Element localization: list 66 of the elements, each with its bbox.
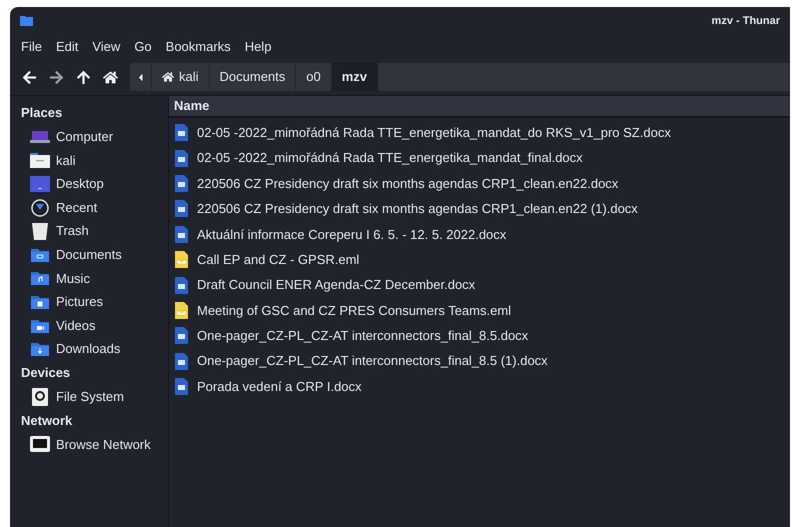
file-row[interactable]: 02-05 -2022_mimořádná Rada TTE_energetika_mandat_do RKS_v1_pro SZ.docx [169, 120, 790, 146]
file-row[interactable]: Aktuální informace Coreperu I 6. 5. - 12. 5. 2022.docx [169, 222, 790, 247]
file-row[interactable]: One-pager_CZ-PL_CZ-AT interconnectors_final_8.5 (1).docx [169, 348, 790, 374]
file-row[interactable]: One-pager_CZ-PL_CZ-AT interconnectors_final_8.5.docx [169, 323, 790, 349]
sidebar-item[interactable]: Trash [21, 219, 168, 243]
sidebar-item[interactable]: Browse Network [21, 432, 168, 456]
sidebar-item[interactable]: Pictures [21, 290, 168, 314]
file-row[interactable]: 220506 CZ Presidency draft six months agendas CRP1_clean.en22 (1).docx [169, 196, 790, 222]
up-icon[interactable] [76, 70, 91, 84]
sidebar-item[interactable]: Computer [21, 125, 168, 149]
pictures-folder-icon [31, 294, 49, 309]
sidebar-item[interactable]: Music [21, 266, 168, 290]
document-icon [175, 124, 188, 142]
path-button[interactable]: kali [152, 63, 210, 91]
column-header[interactable]: Name [174, 96, 210, 116]
trash-icon [32, 222, 48, 240]
sidebar-item[interactable]: kali [21, 148, 168, 172]
document-icon [175, 150, 188, 167]
laptop-icon [30, 130, 50, 143]
sidebar-item[interactable]: Downloads [21, 337, 168, 361]
music-folder-icon [31, 271, 49, 286]
folder-icon [20, 16, 33, 26]
back-icon[interactable] [22, 70, 37, 84]
window-title: mzv - Thunar [712, 14, 780, 29]
menu-item[interactable]: Edit [56, 37, 78, 57]
sidebar-item[interactable]: Recent [21, 196, 168, 220]
sidebar-item[interactable]: Videos [21, 314, 168, 338]
home-icon [162, 71, 174, 83]
file-row[interactable]: 02-05 -2022_mimořádná Rada TTE_energetika_mandat_final.docx [169, 145, 790, 171]
document-icon [175, 352, 188, 370]
forward-icon[interactable] [49, 70, 64, 84]
menu-item[interactable]: Bookmarks [166, 37, 231, 57]
sidebar-heading: Network [21, 412, 74, 430]
menu-item[interactable]: View [92, 37, 120, 57]
sidebar-item[interactable]: Desktop [21, 172, 168, 196]
file-row[interactable]: Draft Council ENER Agenda-CZ December.docx [169, 272, 790, 298]
document-icon [175, 276, 188, 294]
file-row[interactable]: Call EP and CZ - GPSR.eml [169, 246, 790, 272]
menu-item[interactable]: Go [134, 37, 152, 57]
path-button[interactable]: mzv [332, 63, 378, 91]
clock-icon [31, 198, 49, 217]
downloads-folder-icon [31, 342, 49, 356]
desktop-icon [30, 176, 50, 192]
sidebar-item[interactable]: File System [21, 384, 168, 409]
videos-folder-icon [31, 318, 49, 333]
document-icon [175, 226, 188, 243]
menu-item[interactable]: Help [244, 37, 272, 57]
document-icon [175, 174, 188, 192]
mail-file-icon [175, 302, 188, 319]
sidebar-heading: Devices [21, 364, 72, 382]
document-icon [175, 327, 188, 344]
file-row[interactable]: 220506 CZ Presidency draft six months agendas CRP1_clean.en22.docx [169, 170, 790, 196]
menu-item[interactable]: File [21, 37, 42, 57]
drive-icon [32, 388, 48, 406]
sidebar-item[interactable]: Documents [21, 242, 168, 267]
document-icon [175, 200, 188, 218]
documents-folder-icon [31, 248, 49, 262]
document-icon [175, 378, 188, 396]
sidebar-heading: Places [21, 104, 64, 122]
path-button[interactable]: Documents [210, 63, 296, 91]
home-folder-icon [30, 152, 50, 168]
network-icon [30, 436, 50, 452]
file-row[interactable]: Porada vedení a CRP I.docx [169, 374, 790, 400]
file-row[interactable]: Meeting of GSC and CZ PRES Consumers Teams.eml [169, 298, 790, 324]
mail-file-icon [175, 251, 188, 268]
home-icon[interactable] [103, 70, 118, 84]
